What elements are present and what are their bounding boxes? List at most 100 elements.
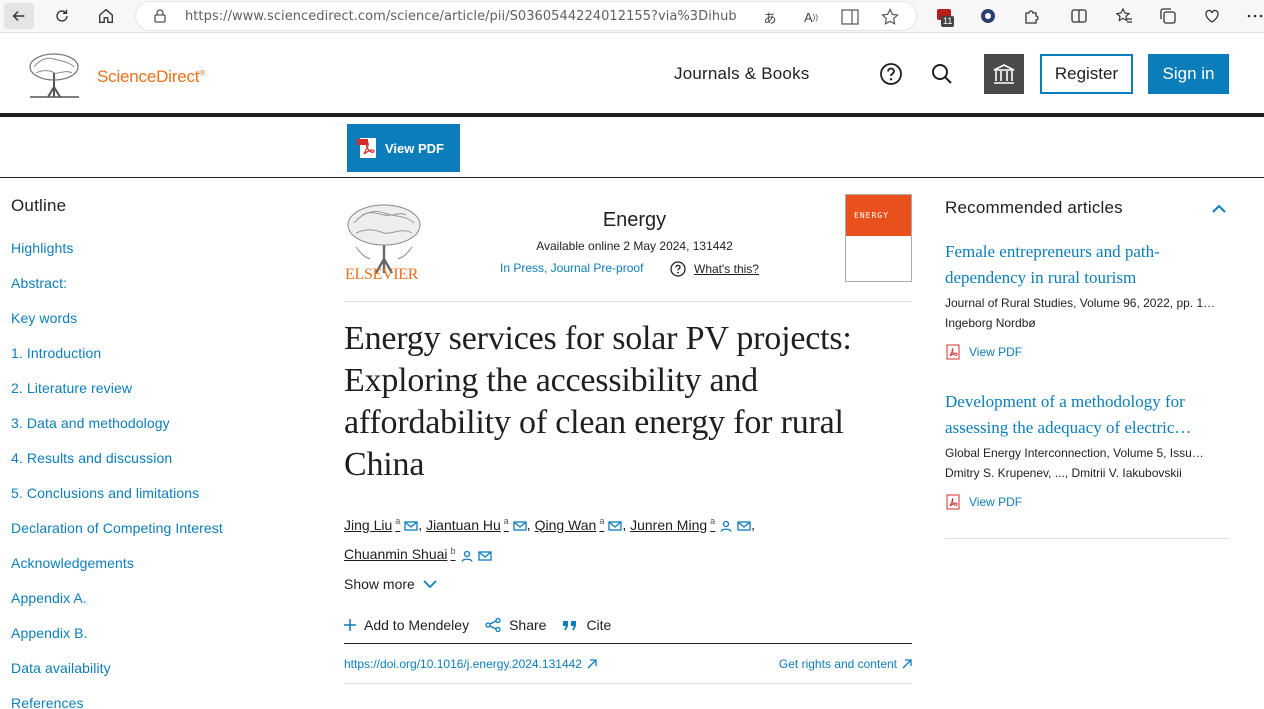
author-link[interactable]: Junren Ming a <box>630 516 715 533</box>
author-link[interactable]: Jiantuan Hu a <box>426 516 509 533</box>
view-pdf-label: View PDF <box>385 140 445 156</box>
add-to-mendeley-button[interactable]: Add to Mendeley <box>344 617 469 633</box>
email-icon[interactable] <box>608 520 622 532</box>
author-name: Junren Ming <box>630 516 708 533</box>
outline-item-results[interactable]: 4. Results and discussion <box>11 451 311 486</box>
doi-divider <box>344 683 912 684</box>
reader-view-icon[interactable] <box>840 7 860 27</box>
translate-icon[interactable]: あ <box>760 7 780 27</box>
more-menu-icon[interactable] <box>1244 5 1264 27</box>
share-icon <box>485 618 501 632</box>
author-name: Qing Wan <box>534 516 597 533</box>
email-icon[interactable] <box>404 520 418 532</box>
site-header: ScienceDirect® Journals & Books Register… <box>0 33 1264 117</box>
author-name: Chuanmin Shuai <box>344 546 448 563</box>
chevron-up-icon[interactable] <box>1211 202 1227 214</box>
sciencedirect-logo[interactable]: ScienceDirect® <box>97 67 205 87</box>
doi-link[interactable]: https://doi.org/10.1016/j.energy.2024.13… <box>344 657 597 671</box>
author-link[interactable]: Jing Liu a <box>344 516 400 533</box>
address-bar[interactable]: https://www.sciencedirect.com/science/ar… <box>135 1 917 31</box>
outline-item-literature-review[interactable]: 2. Literature review <box>11 381 311 416</box>
outline-item-conclusions[interactable]: 5. Conclusions and limitations <box>11 486 311 521</box>
browser-essentials-icon[interactable] <box>1201 5 1223 27</box>
extension-badge: 11 <box>941 16 955 27</box>
header-divider <box>344 301 912 302</box>
journals-books-link[interactable]: Journals & Books <box>674 64 810 84</box>
outline-item-acknowledgements[interactable]: Acknowledgements <box>11 556 311 591</box>
share-label: Share <box>509 617 547 633</box>
recommended-item-source: Journal of Rural Studies, Volume 96, 202… <box>945 296 1216 310</box>
logo-text: ScienceDirect <box>97 67 200 86</box>
split-screen-icon[interactable] <box>1068 5 1090 27</box>
collections-icon[interactable] <box>1157 5 1179 27</box>
view-pdf-button[interactable]: View PDF <box>347 124 460 172</box>
outline-item-data-availability[interactable]: Data availability <box>11 661 311 696</box>
whats-this-label: What's this? <box>694 262 759 276</box>
sign-in-button[interactable]: Sign in <box>1148 54 1229 94</box>
favorites-icon[interactable] <box>1113 5 1135 27</box>
help-icon[interactable] <box>879 62 903 86</box>
outline-item-declaration[interactable]: Declaration of Competing Interest <box>11 521 311 556</box>
register-button[interactable]: Register <box>1040 54 1133 94</box>
home-icon <box>99 8 113 23</box>
cite-button[interactable]: Cite <box>562 617 611 633</box>
outline-item-appendix-a[interactable]: Appendix A. <box>11 591 311 626</box>
extensions-puzzle-icon[interactable] <box>1021 5 1043 27</box>
article-title: Energy services for solar PV projects: E… <box>344 320 852 483</box>
email-icon[interactable] <box>737 520 751 532</box>
rights-link[interactable]: Get rights and content <box>779 657 912 671</box>
outline-panel: Outline Highlights Abstract: Key words 1… <box>11 196 311 709</box>
outline-item-references[interactable]: References <box>11 696 311 709</box>
availability-date: Available online 2 May 2024, 131442 <box>536 239 733 253</box>
author-list: Jing Liu a, Jiantuan Hu a, Qing Wan a, Junr… <box>344 516 756 563</box>
outline-item-abstract[interactable]: Abstract: <box>11 276 311 311</box>
author-link[interactable]: Qing Wan a <box>534 516 605 533</box>
pdf-link-label: View PDF <box>969 345 1023 359</box>
recommended-item-title[interactable]: Female entrepreneurs and path-dependency… <box>945 239 1229 291</box>
recommended-item-source: Global Energy Interconnection, Volume 5,… <box>945 446 1204 460</box>
chevron-down-icon <box>423 580 437 589</box>
recommended-item-title[interactable]: Development of a methodology for assessi… <box>945 389 1229 441</box>
institution-button[interactable] <box>984 54 1024 94</box>
recommended-panel: Recommended articles Female entrepreneur… <box>945 198 1229 539</box>
favorite-star-icon[interactable] <box>880 7 900 27</box>
author-link[interactable]: Chuanmin Shuai b <box>344 545 456 563</box>
show-more-button[interactable]: Show more <box>344 576 437 592</box>
cover-banner: ENERGY <box>846 195 911 236</box>
rights-text: Get rights and content <box>778 657 897 671</box>
home-button[interactable] <box>91 3 121 29</box>
outline-title: Outline <box>11 196 67 215</box>
outline-item-introduction[interactable]: 1. Introduction <box>11 346 311 381</box>
person-icon[interactable] <box>460 550 474 562</box>
recommended-item-pdf-link[interactable]: View PDF <box>945 494 1229 510</box>
recommended-title: Recommended articles <box>945 198 1123 217</box>
recommended-item: Female entrepreneurs and path-dependency… <box>945 239 1229 360</box>
article-status[interactable]: In Press, Journal Pre-proof <box>500 261 643 275</box>
recommended-item-pdf-link[interactable]: View PDF <box>945 344 1229 360</box>
recommended-item: Development of a methodology for assessi… <box>945 389 1229 510</box>
share-button[interactable]: Share <box>485 617 546 633</box>
elsevier-tree-logo[interactable] <box>26 51 83 99</box>
extension-circle-icon[interactable] <box>977 5 999 27</box>
read-aloud-icon[interactable]: A)) <box>801 7 821 27</box>
email-icon[interactable] <box>513 520 527 532</box>
whats-this-link[interactable]: What's this? <box>670 261 759 277</box>
email-icon[interactable] <box>477 550 492 562</box>
pdf-link-label: View PDF <box>969 495 1023 509</box>
author-affiliation: b <box>450 545 456 556</box>
quote-icon <box>563 621 577 630</box>
pdf-icon <box>946 344 960 360</box>
outline-item-keywords[interactable]: Key words <box>11 311 311 346</box>
refresh-button[interactable] <box>47 3 77 29</box>
help-circle-icon <box>670 261 686 277</box>
refresh-icon <box>56 9 68 22</box>
search-icon[interactable] <box>931 63 953 85</box>
journal-cover-image[interactable]: ENERGY <box>845 194 912 282</box>
outline-item-data-methodology[interactable]: 3. Data and methodology <box>11 416 311 451</box>
outline-item-highlights[interactable]: Highlights <box>11 241 311 276</box>
person-icon[interactable] <box>719 520 733 532</box>
back-button[interactable] <box>4 3 34 29</box>
journal-name[interactable]: Energy <box>344 209 925 232</box>
cite-label: Cite <box>586 617 612 633</box>
outline-item-appendix-b[interactable]: Appendix B. <box>11 626 311 661</box>
